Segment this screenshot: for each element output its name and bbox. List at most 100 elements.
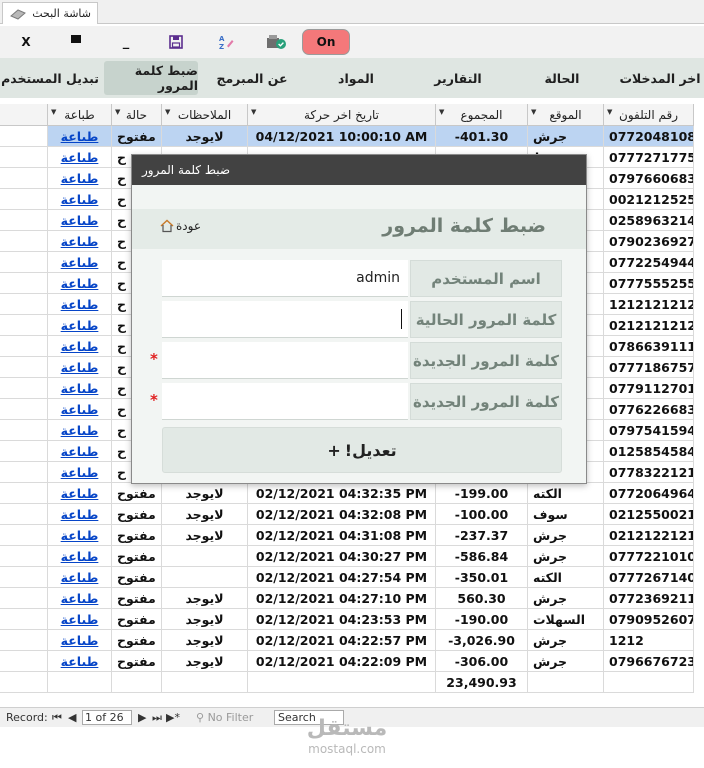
header-total[interactable]: المجموع ▼ <box>436 104 528 126</box>
print-link[interactable]: طباعة <box>48 210 112 231</box>
cell-phone[interactable]: 0772369211 <box>604 588 694 609</box>
cell-status[interactable]: مفتوح <box>112 630 162 651</box>
dialog-titlebar[interactable]: ضبط كلمة المرور <box>132 155 586 185</box>
cell-location[interactable]: جرش <box>528 525 604 546</box>
cell-last-transaction[interactable]: 02/12/2021 04:22:09 PM <box>248 651 436 672</box>
cell-status[interactable]: مفتوح <box>112 504 162 525</box>
record-selector[interactable] <box>0 420 48 441</box>
confirm-password-field[interactable] <box>162 383 408 420</box>
table-row[interactable]: طباعة مفتوح لايوجد 04/12/2021 10:00:10 AM -4… <box>0 126 704 147</box>
chevron-down-icon[interactable]: ▼ <box>439 108 444 116</box>
header-print[interactable]: طباعة ▼ <box>48 104 112 126</box>
nav-materials[interactable]: المواد <box>310 61 402 95</box>
cell-total[interactable]: -237.37 <box>436 525 528 546</box>
cell-last-transaction[interactable]: 02/12/2021 04:27:54 PM <box>248 567 436 588</box>
cell-phone[interactable]: 0777555255 <box>604 273 694 294</box>
print-link[interactable]: طباعة <box>48 231 112 252</box>
cell-phone[interactable]: 0790236927 <box>604 231 694 252</box>
record-selector[interactable] <box>0 546 48 567</box>
record-selector[interactable] <box>0 567 48 588</box>
on-toggle-button[interactable]: On <box>302 29 350 55</box>
cell-notes[interactable] <box>162 546 248 567</box>
close-button[interactable]: X <box>14 30 38 54</box>
print-link[interactable]: طباعة <box>48 609 112 630</box>
record-selector[interactable] <box>0 483 48 504</box>
new-password-field[interactable] <box>162 342 408 379</box>
cell-phone[interactable]: 0772048108 <box>604 126 694 147</box>
last-record-icon[interactable]: ⏭ <box>152 711 162 725</box>
print-link[interactable]: طباعة <box>48 378 112 399</box>
cell-phone[interactable]: 0777271775 <box>604 147 694 168</box>
print-link[interactable]: طباعة <box>48 567 112 588</box>
save-button[interactable] <box>164 30 188 54</box>
cell-notes[interactable]: لايوجد <box>162 651 248 672</box>
chevron-down-icon[interactable]: ▼ <box>251 108 256 116</box>
cell-status[interactable]: مفتوح <box>112 609 162 630</box>
print-link[interactable]: طباعة <box>48 273 112 294</box>
table-row[interactable]: طباعة مفتوح 02/12/2021 04:27:54 PM -350.01 ا… <box>0 567 704 588</box>
next-record-icon[interactable]: ▶ <box>138 711 146 724</box>
cell-last-transaction[interactable]: 02/12/2021 04:22:57 PM <box>248 630 436 651</box>
record-selector[interactable] <box>0 378 48 399</box>
nav-reports[interactable]: التقارير <box>416 61 500 95</box>
header-notes[interactable]: الملاحظات ▼ <box>162 104 248 126</box>
chevron-down-icon[interactable]: ▼ <box>607 108 612 116</box>
cell-last-transaction[interactable]: 02/12/2021 04:30:27 PM <box>248 546 436 567</box>
cell-total[interactable]: -190.00 <box>436 609 528 630</box>
header-phone[interactable]: رقم التلفون ▼ <box>604 104 694 126</box>
print-link[interactable]: طباعة <box>48 525 112 546</box>
cell-phone[interactable]: 1212121212 <box>604 294 694 315</box>
maximize-button[interactable] <box>64 30 88 54</box>
cell-location[interactable]: السهلات <box>528 609 604 630</box>
print-link[interactable]: طباعة <box>48 399 112 420</box>
cell-phone[interactable]: 0212122121 <box>604 525 694 546</box>
current-record-input[interactable]: 1 of 26 <box>82 710 132 725</box>
print-link[interactable]: طباعة <box>48 126 112 147</box>
cell-phone[interactable]: 0777186757 <box>604 357 694 378</box>
cell-location[interactable]: جرش <box>528 588 604 609</box>
print-link[interactable]: طباعة <box>48 147 112 168</box>
username-field[interactable]: admin <box>162 260 408 297</box>
cell-notes[interactable]: لايوجد <box>162 525 248 546</box>
cell-notes[interactable]: لايوجد <box>162 126 248 147</box>
record-selector[interactable] <box>0 441 48 462</box>
cell-phone[interactable]: 0797660683 <box>604 168 694 189</box>
cell-status[interactable]: مفتوح <box>112 126 162 147</box>
cell-phone[interactable]: 0258963214 <box>604 210 694 231</box>
cell-notes[interactable]: لايوجد <box>162 609 248 630</box>
print-link[interactable]: طباعة <box>48 546 112 567</box>
cell-status[interactable]: مفتوح <box>112 483 162 504</box>
table-row[interactable]: طباعة مفتوح لايوجد 02/12/2021 04:31:08 PM -2… <box>0 525 704 546</box>
cell-notes[interactable]: لايوجد <box>162 630 248 651</box>
minimize-button[interactable]: _ <box>114 30 138 54</box>
cell-notes[interactable]: لايوجد <box>162 483 248 504</box>
sort-button[interactable]: AZ <box>214 30 238 54</box>
cell-location[interactable]: سوف <box>528 504 604 525</box>
record-selector[interactable] <box>0 399 48 420</box>
cell-phone[interactable]: 0796676723 <box>604 651 694 672</box>
cell-phone[interactable]: 0125854584 <box>604 441 694 462</box>
record-selector[interactable] <box>0 252 48 273</box>
record-selector[interactable] <box>0 336 48 357</box>
cell-total[interactable]: 560.30 <box>436 588 528 609</box>
cell-phone[interactable]: 0772064964 <box>604 483 694 504</box>
record-selector[interactable] <box>0 651 48 672</box>
record-selector[interactable] <box>0 147 48 168</box>
cell-notes[interactable]: لايوجد <box>162 588 248 609</box>
record-selector[interactable] <box>0 504 48 525</box>
print-link[interactable]: طباعة <box>48 252 112 273</box>
cell-last-transaction[interactable]: 02/12/2021 04:31:08 PM <box>248 525 436 546</box>
record-selector[interactable] <box>0 315 48 336</box>
cell-phone[interactable]: 0777221010 <box>604 546 694 567</box>
nav-about-programmer[interactable]: عن المبرمج <box>204 61 300 95</box>
cell-phone[interactable]: 0777267140 <box>604 567 694 588</box>
cell-location[interactable]: جرش <box>528 630 604 651</box>
print-link[interactable]: طباعة <box>48 315 112 336</box>
header-status[interactable]: حالة ▼ <box>112 104 162 126</box>
cell-phone[interactable]: 0797541594 <box>604 420 694 441</box>
print-link[interactable]: طباعة <box>48 420 112 441</box>
cell-phone[interactable]: 1212 <box>604 630 694 651</box>
nav-status[interactable]: الحالة <box>524 61 600 95</box>
filter-toggle[interactable]: ⚲ No Filter <box>196 711 253 724</box>
record-selector[interactable] <box>0 273 48 294</box>
